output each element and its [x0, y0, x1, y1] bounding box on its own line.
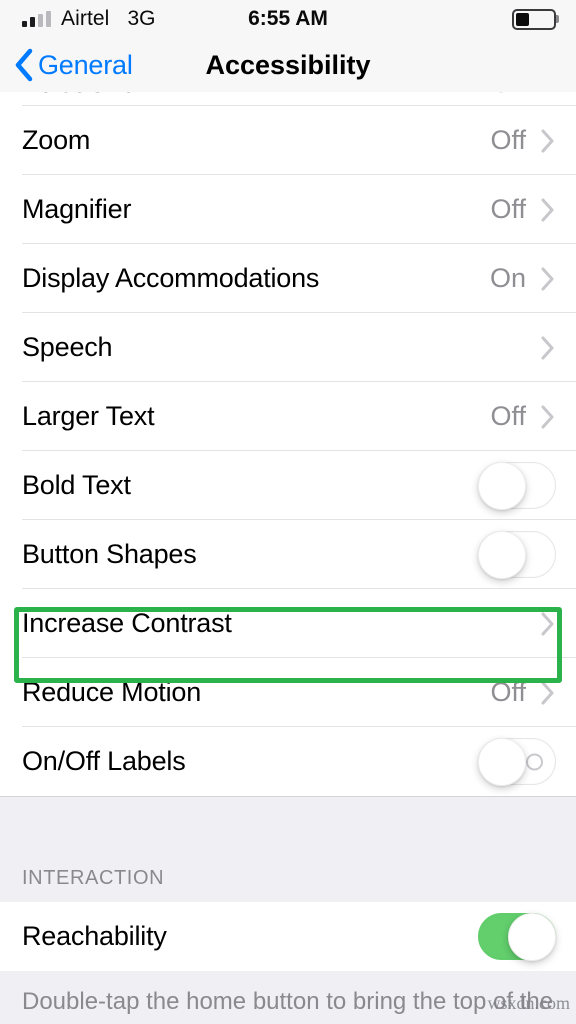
section-top-divider	[0, 796, 576, 797]
row-label: Larger Text	[22, 401, 155, 431]
toggle-switch[interactable]	[478, 531, 556, 579]
settings-row-increase-contrast[interactable]: Increase Contrast	[0, 589, 576, 658]
row-value: Off	[490, 194, 526, 224]
off-label-icon	[526, 753, 543, 770]
battery-icon	[512, 8, 556, 30]
toggle-switch[interactable]	[478, 913, 556, 961]
chevron-right-icon	[540, 612, 556, 636]
row-label: Button Shapes	[22, 539, 197, 569]
interaction-section: Reachability	[0, 902, 576, 971]
settings-row-larger-text[interactable]: Larger Text Off	[0, 382, 576, 451]
navigation-bar: General Accessibility	[0, 38, 576, 92]
settings-row-button-shapes[interactable]: Button Shapes	[0, 520, 576, 589]
toggle-knob	[478, 531, 526, 579]
status-bar: Airtel 3G 6:55 AM	[0, 0, 576, 38]
toggle-switch[interactable]	[478, 462, 556, 510]
row-label: Reduce Motion	[22, 677, 202, 707]
chevron-right-icon	[540, 405, 556, 429]
settings-row-voiceover[interactable]: VoiceOverOff	[0, 92, 576, 106]
chevron-right-icon	[540, 198, 556, 222]
settings-row-speech[interactable]: Speech	[0, 313, 576, 382]
settings-table: VoiceOverOffZoomOffMagnifierOffDisplay A…	[0, 92, 576, 1017]
status-bar-clock: 6:55 AM	[248, 7, 328, 30]
row-value: On	[489, 263, 526, 293]
toggle-knob	[478, 738, 526, 786]
chevron-right-icon	[540, 129, 556, 153]
section-gap	[0, 796, 576, 850]
row-label: Zoom	[22, 125, 91, 155]
chevron-right-icon	[540, 681, 556, 705]
settings-row-on-off-labels[interactable]: On/Off Labels	[0, 727, 576, 796]
row-label: On/Off Labels	[22, 746, 186, 776]
chevron-right-icon	[540, 267, 556, 291]
header-spacer	[0, 890, 576, 902]
row-label: Bold Text	[22, 470, 131, 500]
row-label: Magnifier	[22, 194, 132, 224]
row-label: VoiceOver	[22, 92, 490, 99]
row-value: Off	[490, 125, 526, 155]
toggle-knob	[508, 913, 556, 961]
settings-row-display-accommodations[interactable]: Display Accommodations On	[0, 244, 576, 313]
row-label: Reachability	[22, 921, 167, 951]
row-value: Off	[490, 401, 526, 431]
settings-row-zoom[interactable]: Zoom Off	[0, 106, 576, 175]
row-label: Display Accommodations	[22, 263, 320, 293]
settings-row-magnifier[interactable]: Magnifier Off	[0, 175, 576, 244]
row-value: Off	[490, 677, 526, 707]
interaction-section-header: INTERACTION	[0, 850, 576, 890]
toggle-knob	[478, 462, 526, 510]
row-label: Increase Contrast	[22, 608, 232, 638]
vision-section: VoiceOverOffZoomOffMagnifierOffDisplay A…	[0, 92, 576, 796]
chevron-right-icon	[540, 336, 556, 360]
row-label: Speech	[22, 332, 113, 362]
iphone-screen: Airtel 3G 6:55 AM General Accessibility …	[0, 0, 576, 1024]
page-title: Accessibility	[205, 49, 371, 80]
status-bar-right	[512, 8, 556, 30]
settings-row-bold-text[interactable]: Bold Text	[0, 451, 576, 520]
watermark: wsxdn.com	[487, 993, 571, 1013]
settings-row-reduce-motion[interactable]: Reduce Motion Off	[0, 658, 576, 727]
settings-row-reachability[interactable]: Reachability	[0, 902, 576, 971]
row-value: Off	[490, 92, 526, 99]
toggle-switch[interactable]	[478, 738, 556, 786]
